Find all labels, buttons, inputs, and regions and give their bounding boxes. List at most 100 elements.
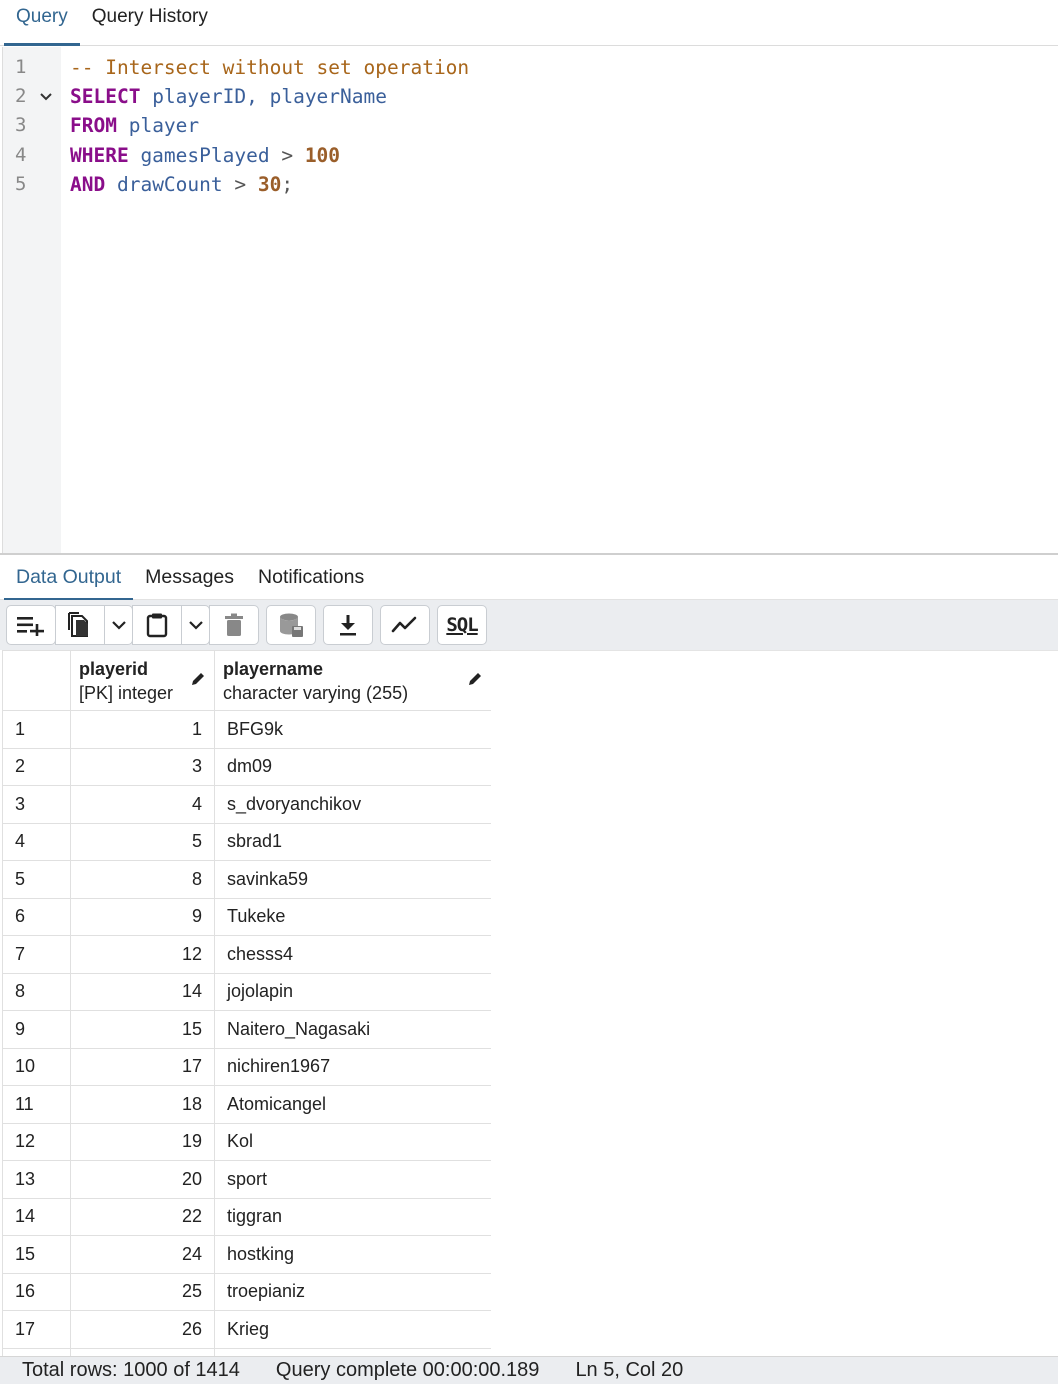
table-row[interactable]: 7 12 chesss4 (2, 935, 491, 974)
table-row[interactable]: 9 15 Naitero_Nagasaki (2, 1010, 491, 1049)
table-row[interactable]: 13 20 sport (2, 1160, 491, 1199)
playername-cell[interactable]: sbrad1 (214, 822, 491, 861)
playername-cell[interactable]: Atomicangel (214, 1085, 491, 1124)
copy-options-dropdown[interactable] (105, 605, 133, 645)
table-row[interactable]: 3 4 s_dvoryanchikov (2, 785, 491, 824)
graph-icon (391, 616, 417, 633)
table-row[interactable] (2, 1347, 491, 1356)
playername-cell[interactable]: BFG9k (214, 710, 491, 749)
row-number-cell[interactable]: 13 (2, 1160, 71, 1199)
playername-cell[interactable]: tiggran (214, 1197, 491, 1236)
row-number-cell[interactable] (2, 1347, 71, 1356)
table-row[interactable]: 6 9 Tukeke (2, 897, 491, 936)
playerid-cell[interactable]: 5 (70, 822, 215, 861)
playername-cell[interactable]: Tukeke (214, 897, 491, 936)
row-number-cell[interactable]: 9 (2, 1010, 71, 1049)
edit-pencil-icon[interactable] (467, 671, 483, 687)
row-number-cell[interactable]: 3 (2, 785, 71, 824)
row-number-cell[interactable]: 14 (2, 1197, 71, 1236)
tab-query-history[interactable]: Query History (80, 0, 220, 45)
playerid-cell[interactable]: 8 (70, 860, 215, 899)
table-row[interactable]: 16 25 troepianiz (2, 1272, 491, 1311)
table-row[interactable]: 15 24 hostking (2, 1235, 491, 1274)
column-header-playername[interactable]: playername character varying (255) (214, 650, 491, 711)
row-number-header[interactable] (2, 650, 71, 711)
code-line[interactable]: 3 FROM player (3, 111, 1058, 140)
row-number-cell[interactable]: 5 (2, 860, 71, 899)
code-line[interactable]: 4 WHERE gamesPlayed > 100 (3, 141, 1058, 170)
paste-options-dropdown[interactable] (182, 605, 210, 645)
table-row[interactable]: 4 5 sbrad1 (2, 822, 491, 861)
playerid-cell[interactable]: 15 (70, 1010, 215, 1049)
playername-cell[interactable]: Naitero_Nagasaki (214, 1010, 491, 1049)
table-row[interactable]: 14 22 tiggran (2, 1197, 491, 1236)
code-line[interactable]: 2 SELECT playerID, playerName (3, 82, 1058, 111)
paste-button[interactable] (132, 605, 182, 645)
playerid-cell[interactable] (70, 1347, 215, 1356)
playerid-cell[interactable]: 4 (70, 785, 215, 824)
playername-cell[interactable]: jojolapin (214, 972, 491, 1011)
sql-editor[interactable]: 1 -- Intersect without set operation 2 SELE… (2, 47, 1058, 553)
row-number-cell[interactable]: 7 (2, 935, 71, 974)
table-row[interactable]: 12 19 Kol (2, 1122, 491, 1161)
add-row-button[interactable] (6, 605, 56, 645)
playerid-cell[interactable]: 24 (70, 1235, 215, 1274)
playerid-cell[interactable]: 14 (70, 972, 215, 1011)
playername-cell[interactable]: savinka59 (214, 860, 491, 899)
save-data-button[interactable] (266, 605, 316, 645)
table-row[interactable]: 1 1 BFG9k (2, 710, 491, 749)
playername-cell[interactable]: Kol (214, 1122, 491, 1161)
table-row[interactable]: 5 8 savinka59 (2, 860, 491, 899)
graph-visualiser-button[interactable] (380, 605, 430, 645)
table-row[interactable]: 17 26 Krieg (2, 1310, 491, 1349)
playerid-cell[interactable]: 20 (70, 1160, 215, 1199)
playername-cell[interactable]: s_dvoryanchikov (214, 785, 491, 824)
table-row[interactable]: 2 3 dm09 (2, 747, 491, 786)
playername-cell[interactable]: Krieg (214, 1310, 491, 1349)
tab-data-output[interactable]: Data Output (4, 556, 134, 601)
row-number-cell[interactable]: 4 (2, 822, 71, 861)
playerid-cell[interactable]: 9 (70, 897, 215, 936)
tab-messages[interactable]: Messages (133, 556, 246, 600)
download-button[interactable] (323, 605, 373, 645)
playerid-cell[interactable]: 26 (70, 1310, 215, 1349)
playerid-cell[interactable]: 3 (70, 747, 215, 786)
edit-pencil-icon[interactable] (190, 671, 206, 687)
playername-cell[interactable]: nichiren1967 (214, 1047, 491, 1086)
delete-button[interactable] (209, 605, 259, 645)
row-number-cell[interactable]: 6 (2, 897, 71, 936)
playername-cell[interactable]: troepianiz (214, 1272, 491, 1311)
playerid-cell[interactable]: 17 (70, 1047, 215, 1086)
playerid-cell[interactable]: 19 (70, 1122, 215, 1161)
row-number-cell[interactable]: 10 (2, 1047, 71, 1086)
playerid-cell[interactable]: 22 (70, 1197, 215, 1236)
playername-cell[interactable] (214, 1347, 491, 1356)
code-line[interactable]: 5 AND drawCount > 30; (3, 170, 1058, 199)
playername-cell[interactable]: hostking (214, 1235, 491, 1274)
column-header-playerid[interactable]: playerid [PK] integer (70, 650, 215, 711)
row-number-cell[interactable]: 1 (2, 710, 71, 749)
row-number-cell[interactable]: 16 (2, 1272, 71, 1311)
row-number-cell[interactable]: 11 (2, 1085, 71, 1124)
data-output-toolbar: SQL (0, 600, 1058, 650)
code-line[interactable]: 1 -- Intersect without set operation (3, 53, 1058, 82)
row-number-cell[interactable]: 8 (2, 972, 71, 1011)
playername-cell[interactable]: chesss4 (214, 935, 491, 974)
table-row[interactable]: 8 14 jojolapin (2, 972, 491, 1011)
row-number-cell[interactable]: 2 (2, 747, 71, 786)
row-number-cell[interactable]: 15 (2, 1235, 71, 1274)
playerid-cell[interactable]: 18 (70, 1085, 215, 1124)
tab-query[interactable]: Query (4, 0, 80, 46)
tab-notifications[interactable]: Notifications (246, 556, 376, 600)
playerid-cell[interactable]: 12 (70, 935, 215, 974)
copy-button[interactable] (55, 605, 105, 645)
playerid-cell[interactable]: 25 (70, 1272, 215, 1311)
table-row[interactable]: 11 18 Atomicangel (2, 1085, 491, 1124)
sql-button[interactable]: SQL (437, 605, 487, 645)
row-number-cell[interactable]: 17 (2, 1310, 71, 1349)
row-number-cell[interactable]: 12 (2, 1122, 71, 1161)
playerid-cell[interactable]: 1 (70, 710, 215, 749)
table-row[interactable]: 10 17 nichiren1967 (2, 1047, 491, 1086)
playername-cell[interactable]: dm09 (214, 747, 491, 786)
playername-cell[interactable]: sport (214, 1160, 491, 1199)
